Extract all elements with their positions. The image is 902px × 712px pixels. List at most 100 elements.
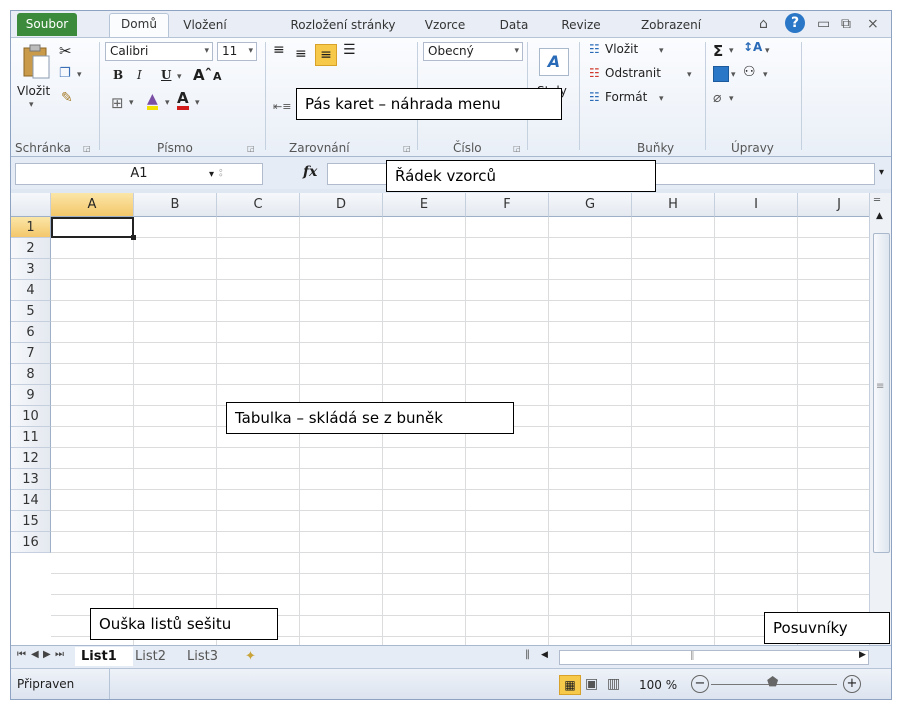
row-header[interactable]: 14	[11, 490, 51, 511]
name-box[interactable]: A1	[15, 163, 263, 185]
sort-filter-dropdown-icon[interactable]: ▾	[765, 46, 770, 56]
vertical-scrollbar[interactable]: ═ ▲ ≡	[869, 193, 891, 645]
active-cell-a1[interactable]	[51, 217, 134, 238]
grow-font-icon[interactable]: Aˆ	[193, 66, 212, 84]
scroll-up-icon[interactable]: ▲	[876, 211, 883, 221]
insert-cells-icon[interactable]: ☷	[589, 42, 600, 56]
format-cells-dropdown-icon[interactable]: ▾	[659, 94, 664, 104]
tab-view[interactable]: Zobrazení	[625, 15, 717, 36]
borders-icon[interactable]: ⊞	[111, 94, 124, 112]
minimize-ribbon-icon[interactable]: ⌂	[759, 16, 768, 32]
bold-button[interactable]: B	[113, 68, 123, 82]
name-box-dropdown-icon[interactable]: ▾	[209, 169, 214, 180]
prev-sheet-icon[interactable]: ◀	[31, 649, 39, 660]
close-icon[interactable]: ⨯	[867, 16, 879, 32]
font-launcher-icon[interactable]: ◲	[247, 144, 255, 153]
zoom-slider-thumb[interactable]: ⬟	[767, 675, 778, 690]
fill-color-dropdown-icon[interactable]: ▾	[165, 98, 170, 108]
find-select-icon[interactable]: ⚇	[743, 64, 756, 80]
number-format-combo[interactable]: Obecný ▾	[423, 42, 523, 61]
tab-data[interactable]: Data	[489, 15, 539, 36]
italic-button[interactable]: I	[137, 68, 142, 82]
align-middle-icon[interactable]: ≡	[295, 46, 307, 62]
tab-formulas[interactable]: Vzorce	[415, 15, 475, 36]
format-cells-icon[interactable]: ☷	[589, 90, 600, 104]
paste-dropdown-icon[interactable]: ▾	[29, 100, 34, 110]
row-header[interactable]: 4	[11, 280, 51, 301]
first-sheet-icon[interactable]: ⏮	[17, 649, 26, 660]
copy-dropdown-icon[interactable]: ▾	[77, 70, 82, 80]
column-header[interactable]: A	[51, 193, 134, 217]
autosum-icon[interactable]: Σ	[713, 42, 723, 60]
next-sheet-icon[interactable]: ▶	[43, 649, 51, 660]
delete-cells-icon[interactable]: ☷	[589, 66, 600, 80]
insert-cells-dropdown-icon[interactable]: ▾	[659, 46, 664, 56]
clear-dropdown-icon[interactable]: ▾	[729, 94, 734, 104]
row-header[interactable]: 8	[11, 364, 51, 385]
clipboard-launcher-icon[interactable]: ◲	[83, 144, 91, 153]
row-header[interactable]: 3	[11, 259, 51, 280]
page-break-view-icon[interactable]: ▥	[607, 676, 620, 692]
paste-icon[interactable]	[21, 44, 51, 83]
insert-cells-button[interactable]: Vložit	[605, 42, 638, 56]
delete-cells-button[interactable]: Odstranit	[605, 66, 661, 80]
wrap-text-icon[interactable]: ☰	[343, 42, 356, 58]
row-header[interactable]: 13	[11, 469, 51, 490]
scroll-left-icon[interactable]: ◀	[541, 650, 548, 660]
horizontal-scrollbar[interactable]: ‖	[559, 650, 869, 665]
autosum-dropdown-icon[interactable]: ▾	[729, 46, 734, 56]
zoom-in-icon[interactable]: +	[843, 675, 861, 693]
paste-button[interactable]: Vložit	[17, 84, 50, 98]
row-header[interactable]: 7	[11, 343, 51, 364]
row-header[interactable]: 1	[11, 217, 51, 238]
row-header[interactable]: 12	[11, 448, 51, 469]
cut-icon[interactable]: ✂	[59, 42, 72, 60]
column-header[interactable]: G	[549, 193, 632, 217]
tab-home[interactable]: Domů	[109, 13, 169, 38]
sheet-tab-list2[interactable]: List2	[135, 647, 166, 666]
fill-handle[interactable]	[131, 235, 136, 240]
vertical-scroll-thumb[interactable]	[873, 233, 890, 553]
page-layout-view-icon[interactable]: ▣	[585, 676, 598, 692]
select-all-corner[interactable]	[11, 193, 51, 217]
expand-formula-bar-icon[interactable]: ▾	[879, 167, 884, 178]
decrease-indent-icon[interactable]: ⇤≡	[273, 100, 291, 113]
tab-insert[interactable]: Vložení	[175, 15, 235, 36]
align-top-icon[interactable]: ≡	[273, 42, 285, 58]
scroll-right-icon[interactable]: ▶	[859, 650, 866, 660]
split-box-horizontal-icon[interactable]: ‖	[525, 649, 530, 660]
sheet-tab-list1[interactable]: List1	[75, 647, 133, 666]
font-color-icon[interactable]: A	[177, 90, 189, 110]
delete-cells-dropdown-icon[interactable]: ▾	[687, 70, 692, 80]
align-bottom-icon[interactable]: ≡	[315, 44, 337, 66]
row-header[interactable]: 11	[11, 427, 51, 448]
tab-review[interactable]: Revize	[553, 15, 609, 36]
font-color-dropdown-icon[interactable]: ▾	[195, 98, 200, 108]
column-header[interactable]: E	[383, 193, 466, 217]
normal-view-icon[interactable]: ▦	[559, 675, 581, 695]
fill-color-icon[interactable]: ▲	[147, 92, 158, 110]
help-icon[interactable]: ?	[785, 13, 805, 33]
column-header[interactable]: B	[134, 193, 217, 217]
tab-file[interactable]: Soubor	[17, 13, 77, 36]
tab-page-layout[interactable]: Rozložení stránky	[283, 15, 403, 36]
clear-icon[interactable]: ⌀	[713, 90, 721, 106]
minimize-icon[interactable]: ▭	[817, 16, 830, 32]
underline-dropdown-icon[interactable]: ▾	[177, 72, 182, 82]
shrink-font-icon[interactable]: A	[213, 70, 222, 83]
row-header[interactable]: 16	[11, 532, 51, 553]
column-header[interactable]: D	[300, 193, 383, 217]
sheet-tab-list3[interactable]: List3	[187, 647, 218, 666]
underline-button[interactable]: U	[161, 68, 171, 82]
borders-dropdown-icon[interactable]: ▾	[129, 98, 134, 108]
fill-dropdown-icon[interactable]: ▾	[731, 70, 736, 80]
format-cells-button[interactable]: Formát	[605, 90, 647, 104]
zoom-out-icon[interactable]: −	[691, 675, 709, 693]
column-header[interactable]: H	[632, 193, 715, 217]
column-header[interactable]: I	[715, 193, 798, 217]
font-size-combo[interactable]: 11 ▾	[217, 42, 257, 61]
alignment-launcher-icon[interactable]: ◲	[403, 144, 411, 153]
number-launcher-icon[interactable]: ◲	[513, 144, 521, 153]
styles-icon[interactable]: A	[539, 48, 569, 76]
row-header[interactable]: 5	[11, 301, 51, 322]
